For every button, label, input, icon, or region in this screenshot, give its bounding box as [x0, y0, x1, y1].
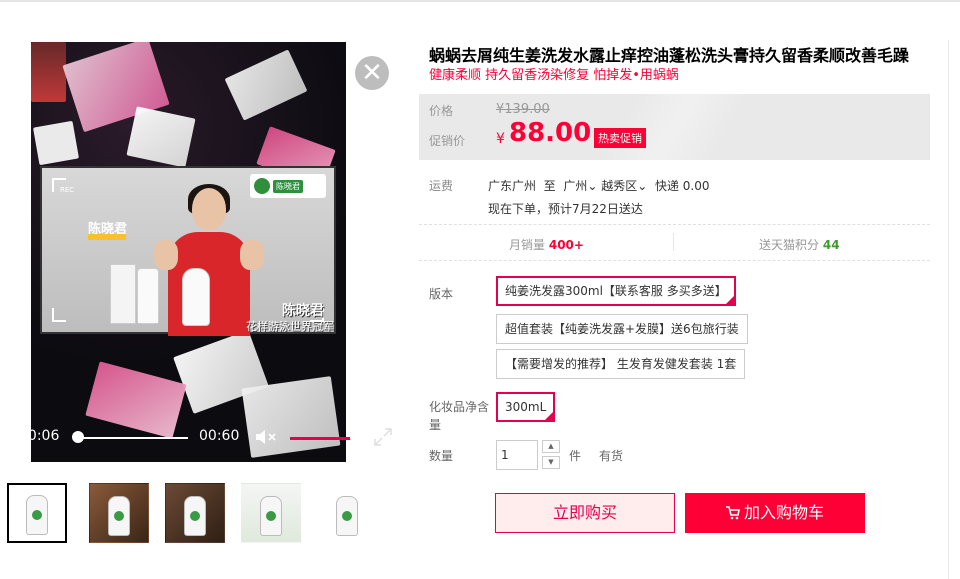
video-player[interactable]: REC 陈晓君 陈晓君 陈晓君 花样游泳世界冠军	[31, 42, 346, 462]
product-title: 蜗蜗去屑纯生姜洗发水露止痒控油蓬松洗头膏持久留香柔顺改善毛躁	[429, 46, 910, 65]
quantity-increase-button[interactable]: ▲	[542, 440, 560, 453]
frame-corner	[52, 308, 66, 322]
caption-name: 陈晓君	[282, 303, 324, 319]
snail-logo-icon	[254, 178, 270, 194]
thumbnail-5[interactable]	[317, 483, 377, 543]
fullscreen-icon[interactable]	[373, 427, 393, 447]
tmall-points: 送天猫积分 44	[759, 238, 840, 252]
shipping-label: 运费	[429, 179, 454, 193]
size-label: 化妆品净含量	[429, 400, 490, 432]
stock-status: 有货	[599, 449, 624, 463]
version-option-3[interactable]: 【需要增发的推荐】 生发育发健发套装 1套	[496, 349, 746, 379]
thumbnail-strip	[7, 483, 387, 545]
product-subtitle: 健康柔顺 持久留香汤染修复 怕掉发•用蜗蜗	[429, 68, 679, 83]
close-icon: ✕	[361, 58, 383, 88]
original-price: ¥139.00	[496, 102, 550, 117]
price-label: 价格	[429, 104, 454, 118]
brand-logo: 陈晓君	[250, 174, 326, 198]
version-option-1[interactable]: 纯姜洗发露300ml【联系客服 多买多送】	[496, 276, 736, 306]
current-time: 00:06	[19, 428, 60, 444]
floating-card	[33, 120, 79, 166]
volume-bar[interactable]	[290, 437, 356, 440]
video-controls: 00:06 00:60	[0, 422, 400, 462]
caption-line: 花样游泳世界冠军	[246, 320, 334, 333]
name-tag-bar	[88, 234, 126, 240]
floating-card	[126, 106, 196, 168]
product-box	[110, 264, 136, 324]
buy-now-button[interactable]: 立即购买	[495, 493, 675, 533]
product-tube	[137, 268, 159, 324]
top-divider	[0, 0, 960, 2]
sale-price: 88.00	[509, 118, 592, 148]
duration: 00:60	[199, 428, 240, 444]
chevron-down-icon: ⌄	[587, 179, 598, 193]
caret-down-icon: ▼	[548, 458, 554, 466]
cart-icon	[725, 506, 740, 520]
thumbnail-2[interactable]	[89, 483, 149, 543]
add-to-cart-button[interactable]: 加入购物车	[685, 493, 865, 533]
floating-card	[31, 42, 66, 102]
quantity-label: 数量	[429, 449, 454, 463]
express-fee: 快递 0.00	[654, 179, 710, 193]
ship-to-word: 至	[543, 179, 556, 193]
mute-icon[interactable]	[254, 428, 278, 446]
logo-name: 陈晓君	[273, 179, 303, 193]
volume-knob[interactable]	[350, 431, 363, 444]
product-media: REC 陈晓君 陈晓君 陈晓君 花样游泳世界冠军 ✕ 00:06 00:60	[0, 42, 400, 462]
add-to-cart-label: 加入购物车	[743, 503, 824, 522]
price-panel: 价格 ¥139.00 促销价 ¥ 88.00 热卖促销	[419, 94, 930, 160]
floating-card	[224, 49, 308, 121]
product-bottle	[182, 268, 210, 326]
video-frame: REC 陈晓君 陈晓君 陈晓君 花样游泳世界冠军	[40, 166, 336, 336]
version-option-2[interactable]: 超值套装【纯姜洗发露+发膜】送6包旅行装	[496, 314, 748, 344]
chevron-down-icon: ⌄	[637, 179, 648, 193]
size-option[interactable]: 300mL	[496, 392, 556, 422]
delivery-estimate: 现在下单，预计7月22日送达	[488, 202, 643, 216]
monthly-sales: 月销量 400+	[509, 238, 584, 252]
shipping-line: 广东广州 至 广州⌄ 越秀区⌄ 快递 0.00	[488, 177, 709, 194]
thumbnail-1[interactable]	[7, 483, 67, 543]
rec-label: REC	[60, 186, 75, 194]
close-video-button[interactable]: ✕	[355, 56, 389, 90]
right-divider	[948, 40, 949, 579]
progress-knob[interactable]	[72, 431, 84, 443]
quantity-unit: 件	[569, 449, 582, 463]
progress-bar[interactable]	[78, 437, 188, 439]
district-select[interactable]: 越秀区⌄	[601, 179, 647, 193]
sales-count: 400+	[548, 238, 584, 252]
sale-price-label: 促销价	[429, 134, 466, 148]
thumbnail-3[interactable]	[165, 483, 225, 543]
currency-symbol: ¥	[496, 131, 505, 147]
stats-row: 月销量 400+ 送天猫积分 44	[419, 225, 930, 260]
quantity-decrease-button[interactable]: ▼	[542, 456, 560, 469]
stats-separator	[673, 233, 674, 251]
thumbnail-4[interactable]	[241, 483, 301, 543]
promo-badge: 热卖促销	[594, 128, 646, 148]
points-value: 44	[822, 238, 840, 252]
divider	[419, 260, 930, 261]
quantity-input[interactable]: 1	[496, 440, 538, 470]
version-label: 版本	[429, 287, 454, 301]
caret-up-icon: ▲	[548, 442, 554, 450]
ship-from: 广东广州	[488, 179, 537, 193]
city-select[interactable]: 广州⌄	[563, 179, 597, 193]
